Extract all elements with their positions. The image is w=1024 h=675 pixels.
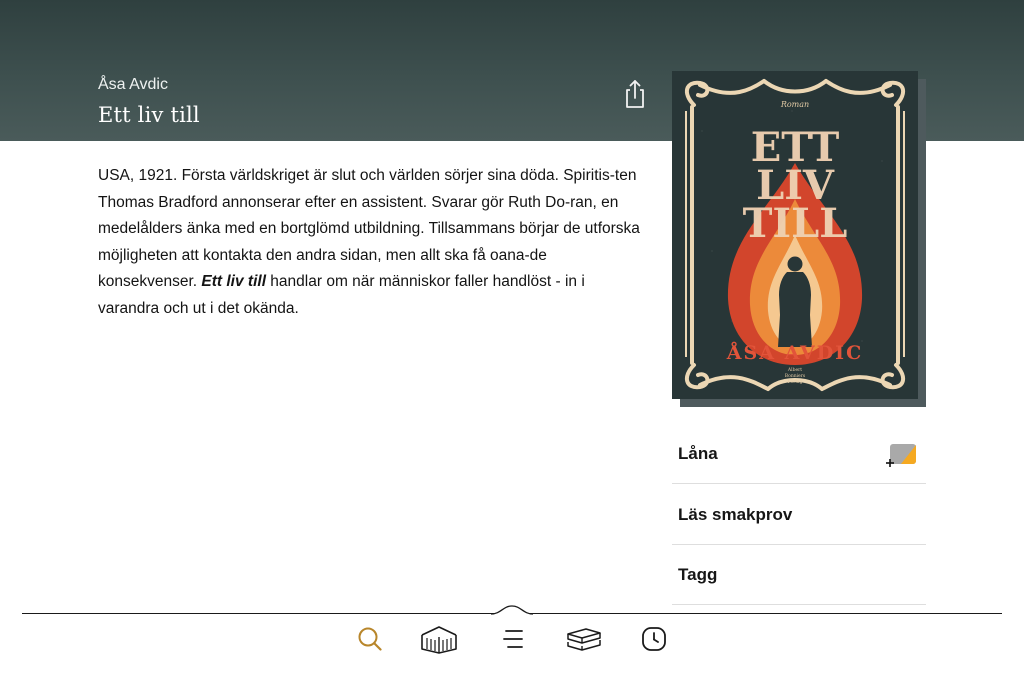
cover-series-label: Roman xyxy=(780,100,809,109)
share-icon xyxy=(626,80,644,108)
tag-button[interactable]: Tagg xyxy=(672,545,926,605)
books-icon xyxy=(567,628,601,651)
library-icon xyxy=(421,626,457,654)
book-author[interactable]: Åsa Avdic xyxy=(98,76,168,94)
book-description: USA, 1921. Första världskriget är slut o… xyxy=(98,163,650,323)
cover-publisher-line: Albert xyxy=(787,367,802,373)
tab-library[interactable] xyxy=(419,622,459,656)
cover-title-line: TILL xyxy=(743,200,848,247)
cover-author: ÅSA AVDIC xyxy=(726,341,863,364)
menu-icon xyxy=(503,630,523,648)
book-title: Ett liv till xyxy=(98,103,200,127)
tabbar-handle[interactable] xyxy=(491,605,533,615)
share-button[interactable] xyxy=(622,79,648,109)
cover-artwork: Roman ETT LIV TILL ÅSA AVDIC Albert Bonn… xyxy=(672,71,918,399)
clock-icon xyxy=(642,627,666,651)
loan-add-icon xyxy=(886,444,916,467)
cover-publisher-line: Förlag xyxy=(788,379,803,385)
cover-publisher-line: Bonniers xyxy=(785,373,806,379)
tab-history[interactable] xyxy=(634,622,674,656)
book-cover[interactable]: Roman ETT LIV TILL ÅSA AVDIC Albert Bonn… xyxy=(672,71,918,399)
loan-label: Låna xyxy=(678,443,718,463)
description-title-italic: Ett liv till xyxy=(201,273,266,291)
search-icon xyxy=(358,627,382,651)
read-sample-button[interactable]: Läs smakprov xyxy=(672,485,926,545)
tab-menu[interactable] xyxy=(493,622,533,656)
tab-bookshelf[interactable] xyxy=(564,622,604,656)
tag-label: Tagg xyxy=(678,564,718,584)
tab-search[interactable] xyxy=(350,622,390,656)
loan-button[interactable]: Låna xyxy=(672,424,926,484)
description-text: USA, 1921. Första världskriget är slut o… xyxy=(98,167,640,291)
read-sample-label: Läs smakprov xyxy=(678,504,793,524)
